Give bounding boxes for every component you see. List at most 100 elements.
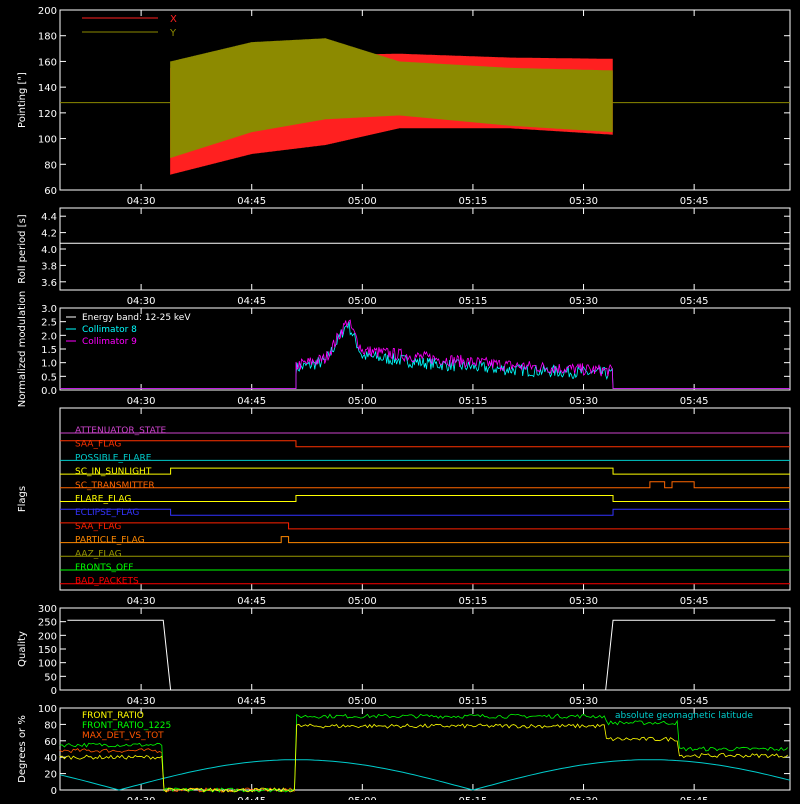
flag-label: ATTENUATOR_STATE xyxy=(75,426,167,436)
x-tick-label: 05:30 xyxy=(569,296,598,307)
y-tick-label: 80 xyxy=(44,720,57,731)
y-tick-label: 80 xyxy=(44,160,57,171)
flag-particle_flag-line xyxy=(60,536,790,544)
legend-label: MAX_DET_VS_TOT xyxy=(82,731,164,741)
flag-label: BAD_PACKETS xyxy=(75,577,139,587)
y-tick-label: 250 xyxy=(38,618,57,629)
flag-label: ECLIPSE_FLAG xyxy=(75,508,139,518)
y-axis-label: Roll period [s] xyxy=(17,214,28,283)
x-tick-label: 05:15 xyxy=(459,796,488,800)
y-tick-label: 3.0 xyxy=(41,304,57,315)
latitude-curve xyxy=(59,759,791,791)
quality-line xyxy=(67,619,776,691)
x-tick-label: 04:45 xyxy=(237,596,266,607)
flags-frame xyxy=(59,407,791,591)
y-tick-label: 0 xyxy=(51,786,57,797)
flag-sc_in_sunlight-line xyxy=(60,467,790,475)
y-tick-label: 4.4 xyxy=(41,212,57,223)
roll-panel: 04:30 04:45 05:00 05:15 05:30 05:45 3.6 3.8 4.0 4… xyxy=(17,207,791,307)
y-tick-label: 0.5 xyxy=(41,372,57,383)
x-tick-label: 05:45 xyxy=(680,796,709,800)
y-tick-label: 3.8 xyxy=(41,261,57,272)
x-tick-label: 04:45 xyxy=(237,196,266,207)
y-axis-label: Pointing ["] xyxy=(17,72,28,128)
x-tick-label: 04:45 xyxy=(237,396,266,407)
x-tick-label: 05:00 xyxy=(348,396,377,407)
y-axis-label: Flags xyxy=(17,486,28,512)
x-tick-label: 05:15 xyxy=(459,296,488,307)
x-tick-label: 04:30 xyxy=(127,296,156,307)
y-tick-label: 100 xyxy=(38,659,57,670)
flag-sc_transmitter-line xyxy=(60,481,790,489)
flags-panel: 04:30 04:45 05:00 05:15 05:30 05:45 Flags ATTEN… xyxy=(17,407,791,607)
x-tick-label: 05:00 xyxy=(348,296,377,307)
flag-label: SAA_FLAG xyxy=(75,522,121,532)
y-tick-label: 200 xyxy=(38,6,57,17)
x-tick-label: 04:30 xyxy=(127,196,156,207)
x-tick-label: 04:30 xyxy=(127,596,156,607)
y-tick-label: 180 xyxy=(38,32,57,43)
y-tick-label: 120 xyxy=(38,109,57,120)
x-tick-label: 04:30 xyxy=(127,396,156,407)
y-tick-label: 150 xyxy=(38,645,57,656)
flag-label: FRONTS_OFF xyxy=(75,563,133,573)
quality-panel: 04:30 04:45 05:00 05:15 05:30 05:45 0 50 100 150 2… xyxy=(17,604,791,707)
x-tick-label: 05:00 xyxy=(348,596,377,607)
flag-label: PARTICLE_FLAG xyxy=(75,536,145,546)
y-tick-label: 300 xyxy=(38,604,57,615)
series-collimator-9-line xyxy=(60,319,790,390)
y-tick-label: 200 xyxy=(38,631,57,642)
legend-label: Collimator 9 xyxy=(82,337,137,347)
y-tick-label: 100 xyxy=(38,135,57,146)
y-tick-label: 40 xyxy=(44,753,57,764)
x-tick-label: 05:30 xyxy=(569,596,598,607)
y-axis-label: Normalized modulation xyxy=(17,291,28,408)
x-tick-label: 05:00 xyxy=(348,796,377,800)
x-tick-label: 04:45 xyxy=(237,696,266,707)
x-tick-label: 04:30 xyxy=(127,696,156,707)
y-tick-label: 50 xyxy=(44,672,57,683)
y-axis-label: Degrees or % xyxy=(17,715,28,783)
y-tick-label: 160 xyxy=(38,57,57,68)
flag-saa_flag-line xyxy=(60,522,790,530)
y-axis-label: Quality xyxy=(17,631,28,667)
y-tick-label: 140 xyxy=(38,83,57,94)
series-collimator-8-line xyxy=(60,321,790,390)
flag-flare_flag-line xyxy=(60,495,790,502)
y-tick-label: 20 xyxy=(44,770,57,781)
legend-label: Collimator 8 xyxy=(82,325,137,335)
x-tick-label: 04:45 xyxy=(237,796,266,800)
x-tick-label: 05:00 xyxy=(348,196,377,207)
x-tick-label: 05:45 xyxy=(680,696,709,707)
x-tick-label: 05:15 xyxy=(459,596,488,607)
y-tick-label: 1.5 xyxy=(41,345,57,356)
y-tick-label: 2.0 xyxy=(41,331,57,342)
legend-label: Y xyxy=(169,28,177,39)
x-tick-label: 05:15 xyxy=(459,696,488,707)
legend-label: X xyxy=(170,14,177,25)
flag-label: FLARE_FLAG xyxy=(75,495,131,505)
x-tick-label: 04:30 xyxy=(127,796,156,800)
x-tick-label: 05:30 xyxy=(569,796,598,800)
flag-label: SC_TRANSMITTER xyxy=(75,481,155,491)
y-tick-label: 2.5 xyxy=(41,318,57,329)
x-tick-label: 05:00 xyxy=(348,696,377,707)
x-tick-label: 05:45 xyxy=(680,596,709,607)
modulation-panel: 04:30 04:45 05:00 05:15 05:30 05:45 0.0 0.5 1.0 1… xyxy=(17,291,791,408)
x-tick-label: 05:30 xyxy=(569,196,598,207)
y-tick-label: 4.0 xyxy=(41,245,57,256)
flag-saa_flag-line xyxy=(60,440,790,448)
y-tick-label: 100 xyxy=(38,704,57,715)
summary-plot-svg: 04:30 04:45 05:00 05:15 05:30 05:45 60 80 100 120… xyxy=(17,6,791,804)
y-tick-label: 3.6 xyxy=(41,278,57,289)
x-tick-label: 05:15 xyxy=(459,196,488,207)
y-tick-label: 60 xyxy=(44,186,57,197)
flag-label: SC_IN_SUNLIGHT xyxy=(75,467,152,477)
x-tick-label: 05:45 xyxy=(680,196,709,207)
legend-label: FRONT_RATIO_1225 xyxy=(82,721,171,731)
legend-label: FRONT_RATIO xyxy=(82,711,144,721)
pointing-panel: 04:30 04:45 05:00 05:15 05:30 05:45 60 80 100 120… xyxy=(17,6,791,207)
ratios-panel: 04:30 04:45 05:00 05:15 05:30 05:45 0 20 40 60 80 1… xyxy=(17,704,791,804)
x-tick-label: 05:30 xyxy=(569,396,598,407)
y-tick-label: 60 xyxy=(44,737,57,748)
